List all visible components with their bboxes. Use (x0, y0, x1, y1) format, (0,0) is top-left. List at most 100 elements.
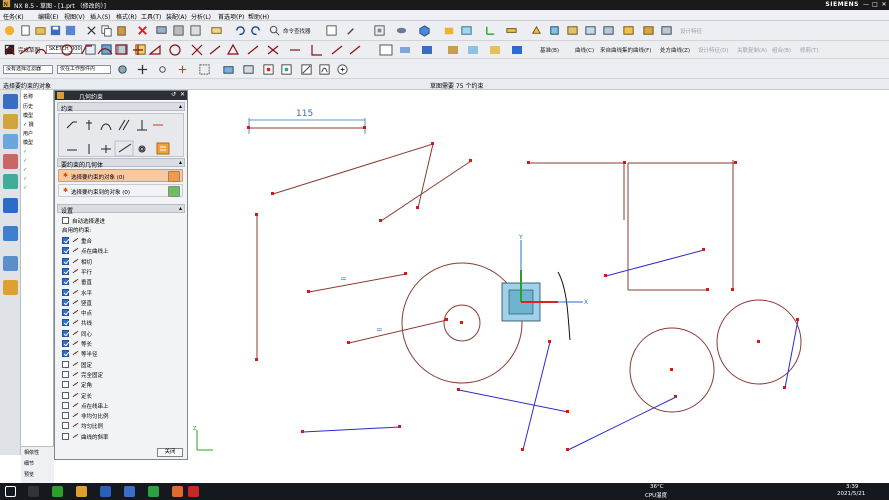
layer-icon[interactable] (210, 24, 223, 37)
constraint-option-16[interactable]: 定长 (62, 391, 182, 400)
trim-menu[interactable]: 修剪(T) (800, 46, 819, 54)
constraint-checkbox[interactable] (62, 288, 69, 296)
edge-blend-icon[interactable] (622, 24, 635, 37)
constraint-option-1[interactable]: 重合 (62, 236, 182, 245)
snap-center-icon[interactable] (336, 63, 349, 76)
constraint-checkbox[interactable] (62, 329, 69, 337)
constraint-option-15[interactable]: 定角 (62, 380, 182, 389)
revolve-icon[interactable] (548, 24, 561, 37)
dialog-reset-icon[interactable]: ↺ (171, 91, 176, 98)
selection-filter-combo[interactable]: 没有选择过滤器 (3, 65, 53, 74)
menu-format[interactable]: 格式(R) (116, 12, 137, 21)
graphics-window[interactable]: 115 = = X Y Z (188, 90, 889, 483)
select-move-icon[interactable] (136, 63, 149, 76)
geometry-section-header[interactable]: 要约束的几何体 ▴ (57, 158, 185, 169)
constraint-palette-icons[interactable] (59, 114, 185, 158)
constraint-checkbox[interactable] (62, 298, 69, 306)
constraint-section-header[interactable]: 约束 ▴ (57, 102, 185, 113)
constraint-option-8[interactable]: 中点 (62, 308, 182, 317)
details-tab[interactable]: 细节 (24, 460, 34, 467)
dialog-title-bar[interactable]: 几何约束 ↺ ✕ (55, 91, 187, 101)
menu-insert[interactable]: 插入(S) (90, 12, 111, 21)
auto-select-checkbox[interactable]: 自动选择递进 (62, 216, 182, 225)
history-icon[interactable] (3, 198, 18, 213)
snap-curve-icon[interactable] (300, 63, 313, 76)
word-icon[interactable] (100, 486, 111, 497)
open-file-icon[interactable] (34, 24, 47, 37)
select-target-button[interactable] (168, 186, 180, 197)
nav-row-feature-2[interactable]: ✓ (23, 158, 27, 164)
dialog-close-icon[interactable]: ✕ (180, 91, 185, 98)
clock-time[interactable]: 3:39 (846, 484, 858, 490)
constraint-checkbox[interactable] (62, 267, 69, 275)
constraint-option-2[interactable]: 点在曲线上 (62, 246, 182, 255)
select-object-button[interactable] (168, 171, 180, 182)
menu-edit[interactable]: 编辑(E) (38, 12, 58, 21)
measure-icon[interactable] (505, 24, 518, 37)
iso-view-icon[interactable] (418, 24, 431, 37)
pocket-icon[interactable] (602, 24, 615, 37)
chamfer-icon[interactable] (642, 24, 655, 37)
save-icon[interactable] (49, 24, 62, 37)
red-app-icon[interactable] (188, 486, 199, 497)
curve-from-set-menu[interactable]: 来自曲线集的曲线(F) (600, 46, 651, 54)
command-finder-label[interactable]: 命令查找器 (283, 27, 311, 35)
nav-row-feature-1[interactable]: ✓ (23, 149, 27, 155)
constraint-option-6[interactable]: 水平 (62, 288, 182, 297)
tool-icon[interactable] (345, 24, 358, 37)
constraint-checkbox[interactable] (62, 278, 69, 286)
constraint-option-11[interactable]: 等长 (62, 339, 182, 348)
shell-icon[interactable] (660, 24, 673, 37)
nx-app-icon[interactable]: N (2, 0, 11, 8)
nav-row-model-history[interactable]: 模型 (23, 139, 33, 146)
constraint-checkbox[interactable] (62, 412, 69, 420)
system-materials-icon[interactable] (3, 226, 18, 241)
constraint-option-18[interactable]: 非均匀比例 (62, 411, 182, 420)
copy-icon[interactable] (100, 24, 113, 37)
redo-icon[interactable] (250, 24, 263, 37)
minimize-button[interactable]: — (862, 1, 870, 8)
save-as-icon[interactable] (64, 24, 77, 37)
close-window-button[interactable]: ✕ (880, 1, 888, 8)
select-box-icon[interactable] (198, 63, 211, 76)
maximize-button[interactable]: □ (871, 1, 879, 8)
nav-row-feature-5[interactable]: ✓ (23, 185, 27, 191)
command-finder-icon[interactable] (268, 24, 281, 37)
associative-copy-menu[interactable]: 关联复制(A) (737, 46, 767, 54)
delete-icon[interactable] (136, 24, 149, 37)
menu-preferences[interactable]: 首选项(P) (218, 12, 244, 21)
menu-tools[interactable]: 工具(T) (141, 12, 161, 21)
green-app-icon[interactable] (148, 486, 159, 497)
boss-icon[interactable] (584, 24, 597, 37)
fit-view-icon[interactable] (373, 24, 386, 37)
render-icon[interactable] (443, 24, 456, 37)
select-settings-icon[interactable] (116, 63, 129, 76)
hd3d-icon[interactable] (3, 154, 18, 169)
dimension-label[interactable]: 115 (296, 109, 313, 119)
snap-end-icon[interactable] (262, 63, 275, 76)
new-file-icon[interactable] (19, 24, 32, 37)
orange-app-icon[interactable] (172, 486, 183, 497)
menu-assembly[interactable]: 装配(A) (166, 12, 187, 21)
constraint-option-9[interactable]: 共线 (62, 318, 182, 327)
constraint-option-12[interactable]: 等半径 (62, 349, 182, 358)
roles-icon[interactable] (3, 280, 18, 295)
hole-icon[interactable] (566, 24, 579, 37)
nav-row-user[interactable]: 用户 (23, 130, 33, 137)
prescribed-curve-menu[interactable]: 处方曲线(Z) (660, 46, 690, 54)
constraint-checkbox[interactable] (62, 370, 69, 378)
display-icon[interactable] (155, 24, 168, 37)
nav-row-feature-3[interactable]: ✓ (23, 167, 27, 173)
constraint-checkbox[interactable] (62, 350, 69, 358)
snap-tangent-icon[interactable] (318, 63, 331, 76)
wcs-icon[interactable] (484, 24, 497, 37)
nav-row-model[interactable]: 模型 (23, 112, 33, 119)
material-icon[interactable] (460, 24, 473, 37)
constraint-option-10[interactable]: 同心 (62, 329, 182, 338)
start-icon[interactable] (3, 24, 16, 37)
selection-scope-combo[interactable]: 仅在工作部件内 (57, 65, 111, 74)
select-snap-icon[interactable] (156, 63, 169, 76)
show-icon[interactable] (189, 24, 202, 37)
undo-icon[interactable] (233, 24, 246, 37)
sketch-geometry[interactable]: 115 = = X Y Z (188, 90, 889, 483)
